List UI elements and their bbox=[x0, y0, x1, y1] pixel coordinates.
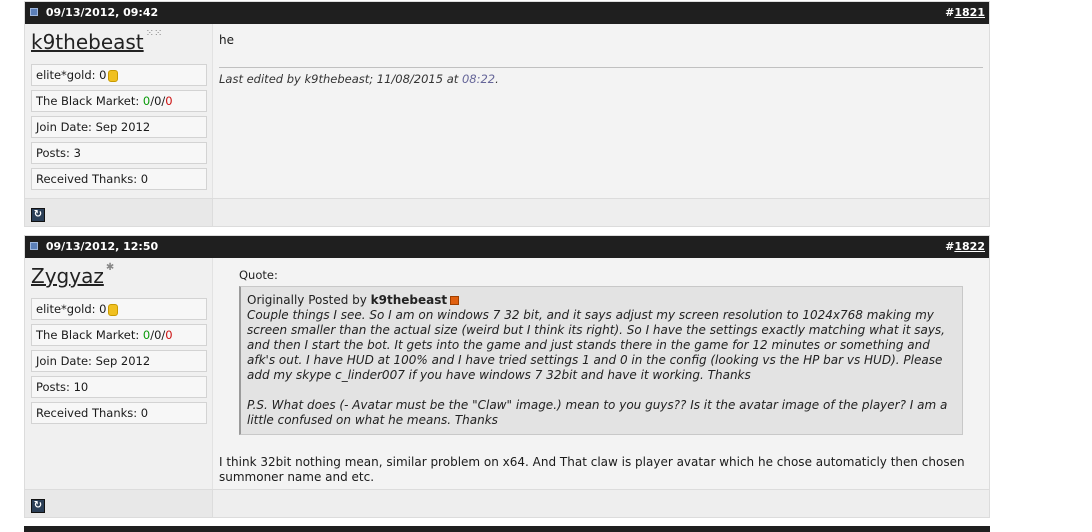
gold-icon bbox=[108, 303, 119, 316]
username-link[interactable]: Zygyaz bbox=[31, 264, 104, 288]
quote-block: Originally Posted by k9thebeast Couple t… bbox=[239, 286, 963, 435]
star-icon: ✱ bbox=[105, 262, 115, 273]
black-market-stat[interactable]: The Black Market: 0/0/0 bbox=[31, 324, 207, 346]
report-icon[interactable]: ↻ bbox=[31, 499, 45, 513]
post-number: #1821 bbox=[945, 6, 985, 19]
join-date-stat: Join Date: Sep 2012 bbox=[31, 116, 207, 138]
next-post-header bbox=[24, 526, 990, 532]
quote-label: Quote: bbox=[239, 268, 278, 282]
post-1821: 09/13/2012, 09:42 #1821 k9thebeast ⁙⁙ eli… bbox=[24, 1, 990, 227]
post-number-link[interactable]: 1822 bbox=[954, 240, 985, 253]
post-status-icon bbox=[30, 8, 38, 16]
posts-count-stat: Posts: 3 bbox=[31, 142, 207, 164]
post-date: 09/13/2012, 12:50 bbox=[45, 240, 159, 253]
user-info-panel: Zygyaz ✱ elite*gold: 0 The Black Market: … bbox=[25, 258, 213, 489]
black-market-stat[interactable]: The Black Market: 0/0/0 bbox=[31, 90, 207, 112]
post-header: 09/13/2012, 09:42 #1821 bbox=[25, 2, 989, 24]
post-number-link[interactable]: 1821 bbox=[954, 6, 985, 19]
elite-gold-stat: elite*gold: 0 bbox=[31, 64, 207, 86]
post-number: #1822 bbox=[945, 240, 985, 253]
report-icon[interactable]: ↻ bbox=[31, 208, 45, 222]
post-footer: ↻ bbox=[25, 198, 989, 226]
posts-count-stat: Posts: 10 bbox=[31, 376, 207, 398]
join-date-stat: Join Date: Sep 2012 bbox=[31, 350, 207, 372]
received-thanks-stat: Received Thanks: 0 bbox=[31, 168, 207, 190]
elite-gold-stat: elite*gold: 0 bbox=[31, 298, 207, 320]
page-left-margin bbox=[0, 0, 24, 532]
quote-attribution: Originally Posted by k9thebeast bbox=[247, 293, 956, 308]
quote-text: Couple things I see. So I am on windows … bbox=[247, 308, 945, 382]
message-text: he bbox=[219, 33, 234, 47]
post-status-icon bbox=[30, 242, 38, 250]
rank-icon: ⁙⁙ bbox=[145, 28, 163, 39]
edit-note: Last edited by k9thebeast; 11/08/2015 at… bbox=[219, 67, 983, 86]
view-post-icon[interactable] bbox=[450, 296, 460, 305]
post-message: Quote: Originally Posted by k9thebeast C… bbox=[213, 258, 989, 489]
quote-author: k9thebeast bbox=[370, 293, 448, 307]
post-date: 09/13/2012, 09:42 bbox=[45, 6, 159, 19]
user-info-panel: k9thebeast ⁙⁙ elite*gold: 0 The Black Mar… bbox=[25, 24, 213, 198]
post-header: 09/13/2012, 12:50 #1822 bbox=[25, 236, 989, 258]
gold-icon bbox=[108, 69, 119, 82]
message-text: I think 32bit nothing mean, similar prob… bbox=[219, 455, 965, 484]
quote-text-ps: P.S. What does (- Avatar must be the "Cl… bbox=[247, 398, 948, 427]
post-footer: ↻ bbox=[25, 489, 989, 517]
post-message: he Last edited by k9thebeast; 11/08/2015… bbox=[213, 24, 989, 198]
received-thanks-stat: Received Thanks: 0 bbox=[31, 402, 207, 424]
username-link[interactable]: k9thebeast bbox=[31, 30, 144, 54]
post-1822: 09/13/2012, 12:50 #1822 Zygyaz ✱ elite*go… bbox=[24, 235, 990, 518]
